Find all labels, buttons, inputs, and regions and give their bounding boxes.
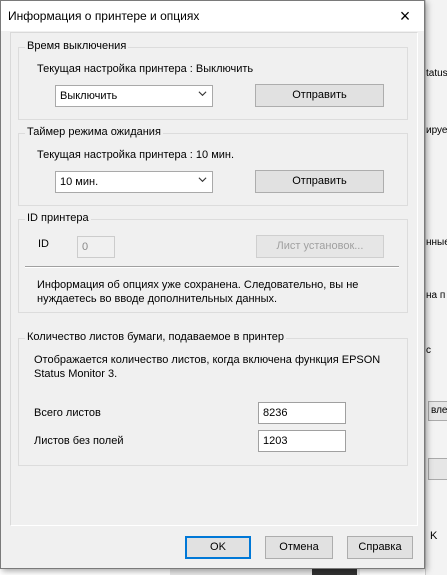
paper-count-group: Количество листов бумаги, подаваемое в п… (18, 331, 408, 466)
sleep-timer-legend: Таймер режима ожидания (25, 126, 163, 138)
title-bar: Информация о принтере и опциях × (1, 1, 424, 31)
printer-id-group: ID принтера ID 0 Лист установок... Инфор… (18, 212, 408, 313)
background-text-fragment: вле (431, 405, 447, 416)
cancel-button[interactable]: Отмена (265, 536, 333, 559)
printer-id-field[interactable]: 0 (77, 236, 115, 258)
power-off-send-button[interactable]: Отправить (255, 84, 384, 107)
background-window: tatus ируе нные на п с вле K (425, 0, 447, 575)
background-button (428, 458, 447, 480)
options-info-text: Информация об опциях уже сохранена. След… (37, 279, 359, 305)
background-text-fragment: K (430, 530, 438, 542)
ok-button[interactable]: OK (185, 536, 251, 559)
printer-id-legend: ID принтера (25, 212, 91, 224)
power-off-select-value: Выключить (60, 90, 118, 102)
settings-sheet-button[interactable]: Лист установок... (256, 235, 384, 258)
power-off-select[interactable]: Выключить (55, 85, 213, 107)
dialog-content-panel: Время выключения Текущая настройка принт… (10, 32, 418, 526)
background-text-fragment: нные (426, 237, 447, 248)
borderless-sheets-field: 1203 (258, 430, 346, 452)
total-sheets-field: 8236 (258, 402, 346, 424)
close-icon[interactable]: × (387, 3, 423, 29)
background-text-fragment: ируе (426, 125, 447, 136)
power-off-current-setting: Текущая настройка принтера : Выключить (37, 63, 254, 75)
total-sheets-label: Всего листов (34, 407, 101, 419)
power-off-legend: Время выключения (25, 40, 129, 52)
sleep-timer-current-setting: Текущая настройка принтера : 10 мин. (37, 149, 235, 161)
power-off-group: Время выключения Текущая настройка принт… (18, 40, 408, 120)
divider (25, 266, 399, 268)
dialog-title: Информация о принтере и опциях (8, 9, 200, 23)
chevron-down-icon (198, 177, 207, 183)
borderless-sheets-label: Листов без полей (34, 435, 124, 447)
background-text-fragment: tatus (426, 68, 447, 79)
sleep-timer-select[interactable]: 10 мин. (55, 171, 213, 193)
paper-count-legend: Количество листов бумаги, подаваемое в п… (25, 331, 287, 343)
printer-id-label: ID (38, 238, 49, 250)
printer-info-dialog: Информация о принтере и опциях × Время в… (0, 0, 425, 569)
sleep-timer-select-value: 10 мин. (60, 176, 99, 188)
paper-count-description: Отображается количество листов, когда вк… (34, 354, 381, 380)
help-button[interactable]: Справка (347, 536, 413, 559)
chevron-down-icon (198, 91, 207, 97)
sleep-timer-group: Таймер режима ожидания Текущая настройка… (18, 126, 408, 206)
background-text-fragment: на п (426, 290, 446, 301)
background-text-fragment: с (426, 345, 431, 356)
sleep-timer-send-button[interactable]: Отправить (255, 170, 384, 193)
